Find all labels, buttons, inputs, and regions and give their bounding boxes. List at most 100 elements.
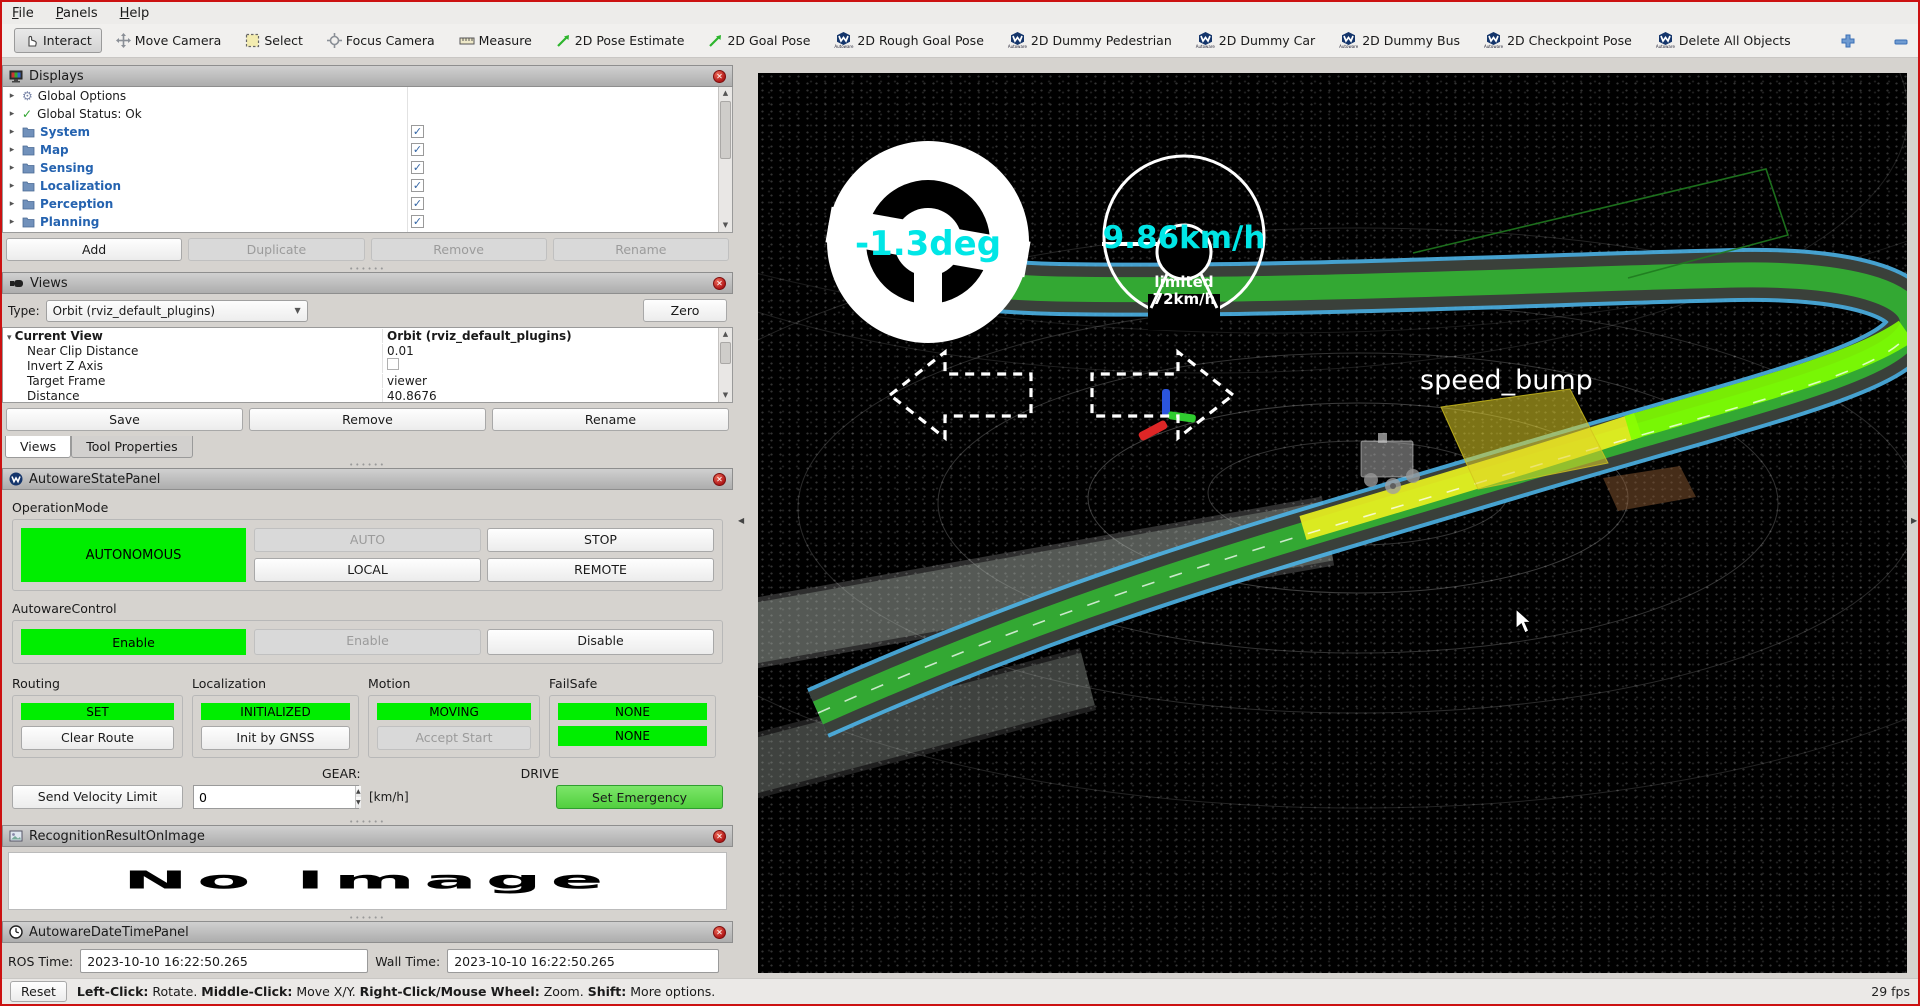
tool-2d-dummy-pedestrian-button[interactable]: Autoware 2D Dummy Pedestrian <box>998 27 1182 54</box>
send-velocity-limit-button[interactable]: Send Velocity Limit <box>12 785 183 809</box>
scroll-up-icon[interactable]: ▲ <box>719 328 732 341</box>
menu-panels[interactable]: Panels <box>56 6 98 21</box>
property-row-target-frame[interactable]: Target Frame viewer <box>3 373 732 388</box>
main-splitter[interactable]: ◀ <box>733 58 758 978</box>
right-collapse-strip[interactable]: ▶ <box>1907 58 1918 978</box>
ros-time-field[interactable]: 2023-10-10 16:22:50.265 <box>80 949 368 973</box>
enable-button[interactable]: Enable <box>254 629 481 655</box>
close-icon[interactable]: ✕ <box>713 277 726 290</box>
add-tool-button[interactable] <box>1831 29 1865 53</box>
spin-up-icon[interactable]: ▲ <box>356 786 361 797</box>
stop-button[interactable]: STOP <box>487 528 714 552</box>
tool-delete-all-objects-button[interactable]: Autoware Delete All Objects <box>1646 27 1801 54</box>
menu-help[interactable]: Help <box>120 6 150 21</box>
save-button[interactable]: Save <box>6 408 243 431</box>
add-button[interactable]: Add <box>6 238 182 261</box>
remote-button[interactable]: REMOTE <box>487 558 714 582</box>
tree-row-perception[interactable]: ▸ Perception ✓ <box>3 195 732 213</box>
display-checkbox[interactable]: ✓ <box>411 125 424 138</box>
expander-icon[interactable]: ▸ <box>7 199 17 209</box>
duplicate-button[interactable]: Duplicate <box>188 238 364 261</box>
rename-button[interactable]: Rename <box>553 238 729 261</box>
tab-views[interactable]: Views <box>5 436 71 458</box>
close-icon[interactable]: ✕ <box>713 926 726 939</box>
tool-focus-camera-button[interactable]: Focus Camera <box>317 28 445 53</box>
views-scrollbar[interactable]: ▲ ▼ <box>718 328 732 402</box>
collapse-right-icon[interactable]: ▶ <box>1911 516 1917 525</box>
tool-2d-dummy-bus-button[interactable]: Autoware 2D Dummy Bus <box>1329 27 1470 54</box>
remove-view-button[interactable]: Remove <box>249 408 486 431</box>
views-panel-titlebar[interactable]: Views ✕ <box>2 272 733 294</box>
collapse-left-icon[interactable]: ◀ <box>738 516 744 525</box>
expander-icon[interactable]: ▸ <box>7 163 17 173</box>
velocity-input[interactable] <box>194 786 355 808</box>
property-row-current-view[interactable]: ▾ Current View Orbit (rviz_default_plugi… <box>3 328 732 343</box>
display-checkbox[interactable]: ✓ <box>411 161 424 174</box>
state-panel-titlebar[interactable]: AutowareStatePanel ✕ <box>2 468 733 490</box>
close-icon[interactable]: ✕ <box>713 830 726 843</box>
expander-open-icon[interactable]: ▾ <box>7 333 15 343</box>
tool-2d-pose-estimate-button[interactable]: 2D Pose Estimate <box>546 28 695 53</box>
expander-icon[interactable]: ▸ <box>7 109 17 119</box>
tab-tool-properties[interactable]: Tool Properties <box>71 436 192 458</box>
tree-row-sensing[interactable]: ▸ Sensing ✓ <box>3 159 732 177</box>
spin-down-icon[interactable]: ▼ <box>356 797 361 808</box>
zero-button[interactable]: Zero <box>643 299 727 322</box>
expander-icon[interactable]: ▸ <box>7 181 17 191</box>
reset-button[interactable]: Reset <box>10 981 67 1002</box>
local-button[interactable]: LOCAL <box>254 558 481 582</box>
display-checkbox[interactable]: ✓ <box>411 215 424 228</box>
tree-row-system[interactable]: ▸ System ✓ <box>3 123 732 141</box>
accept-start-button[interactable]: Accept Start <box>377 726 531 750</box>
datetime-panel-titlebar[interactable]: AutowareDateTimePanel ✕ <box>2 921 733 943</box>
tool-move-camera-button[interactable]: Move Camera <box>106 28 232 53</box>
remove-button[interactable]: Remove <box>371 238 547 261</box>
wall-time-field[interactable]: 2023-10-10 16:22:50.265 <box>447 949 719 973</box>
scrollbar-thumb[interactable] <box>720 342 731 364</box>
tool-interact-button[interactable]: Interact <box>14 28 102 53</box>
spinner-arrows[interactable]: ▲▼ <box>355 786 361 808</box>
property-row-near-clip[interactable]: Near Clip Distance 0.01 <box>3 343 732 358</box>
property-row-distance[interactable]: Distance 40.8676 <box>3 388 732 403</box>
tree-row-localization[interactable]: ▸ Localization ✓ <box>3 177 732 195</box>
expander-icon[interactable]: ▸ <box>7 217 17 227</box>
scroll-down-icon[interactable]: ▼ <box>719 219 732 232</box>
tool-2d-rough-goal-pose-button[interactable]: Autoware 2D Rough Goal Pose <box>824 27 994 54</box>
display-checkbox[interactable]: ✓ <box>411 179 424 192</box>
expander-icon[interactable]: ▸ <box>7 127 17 137</box>
clear-route-button[interactable]: Clear Route <box>21 726 174 750</box>
displays-panel-titlebar[interactable]: Displays ✕ <box>2 65 733 87</box>
tool-measure-button[interactable]: Measure <box>449 28 542 53</box>
display-checkbox[interactable]: ✓ <box>411 143 424 156</box>
tree-row-planning[interactable]: ▸ Planning ✓ <box>3 213 732 231</box>
close-icon[interactable]: ✕ <box>713 473 726 486</box>
recognition-panel-titlebar[interactable]: RecognitionResultOnImage ✕ <box>2 825 733 847</box>
velocity-spinbox[interactable]: ▲▼ <box>193 785 359 809</box>
tool-2d-checkpoint-pose-button[interactable]: Autoware 2D Checkpoint Pose <box>1474 27 1642 54</box>
expander-icon[interactable]: ▸ <box>7 145 17 155</box>
tree-row-map[interactable]: ▸ Map ✓ <box>3 141 732 159</box>
tree-row-global-options[interactable]: ▸ ⚙ Global Options <box>3 87 732 105</box>
scroll-up-icon[interactable]: ▲ <box>719 87 732 100</box>
tool-select-button[interactable]: Select <box>235 28 313 53</box>
invert-z-checkbox[interactable] <box>387 358 399 370</box>
display-checkbox[interactable]: ✓ <box>411 197 424 210</box>
property-row-invert-z[interactable]: Invert Z Axis <box>3 358 732 373</box>
scroll-down-icon[interactable]: ▼ <box>719 389 732 402</box>
tree-row-global-status[interactable]: ▸ ✓ Global Status: Ok <box>3 105 732 123</box>
scrollbar-thumb[interactable] <box>720 101 731 159</box>
render-viewport[interactable]: -1.3deg 9.86km/h limited 72km/h speed_bu… <box>758 73 1907 973</box>
displays-scrollbar[interactable]: ▲ ▼ <box>718 87 732 232</box>
view-type-dropdown[interactable]: Orbit (rviz_default_plugins) ▼ <box>46 300 308 322</box>
rename-view-button[interactable]: Rename <box>492 408 729 431</box>
tool-2d-goal-pose-button[interactable]: 2D Goal Pose <box>698 28 820 53</box>
expander-icon[interactable]: ▸ <box>7 91 17 101</box>
menu-file[interactable]: File <box>12 6 34 21</box>
remove-tool-button[interactable] <box>1883 29 1919 53</box>
set-emergency-button[interactable]: Set Emergency <box>556 785 723 809</box>
auto-button[interactable]: AUTO <box>254 528 481 552</box>
tool-2d-dummy-car-button[interactable]: Autoware 2D Dummy Car <box>1186 27 1325 54</box>
init-by-gnss-button[interactable]: Init by GNSS <box>201 726 350 750</box>
close-icon[interactable]: ✕ <box>713 70 726 83</box>
disable-button[interactable]: Disable <box>487 629 714 655</box>
